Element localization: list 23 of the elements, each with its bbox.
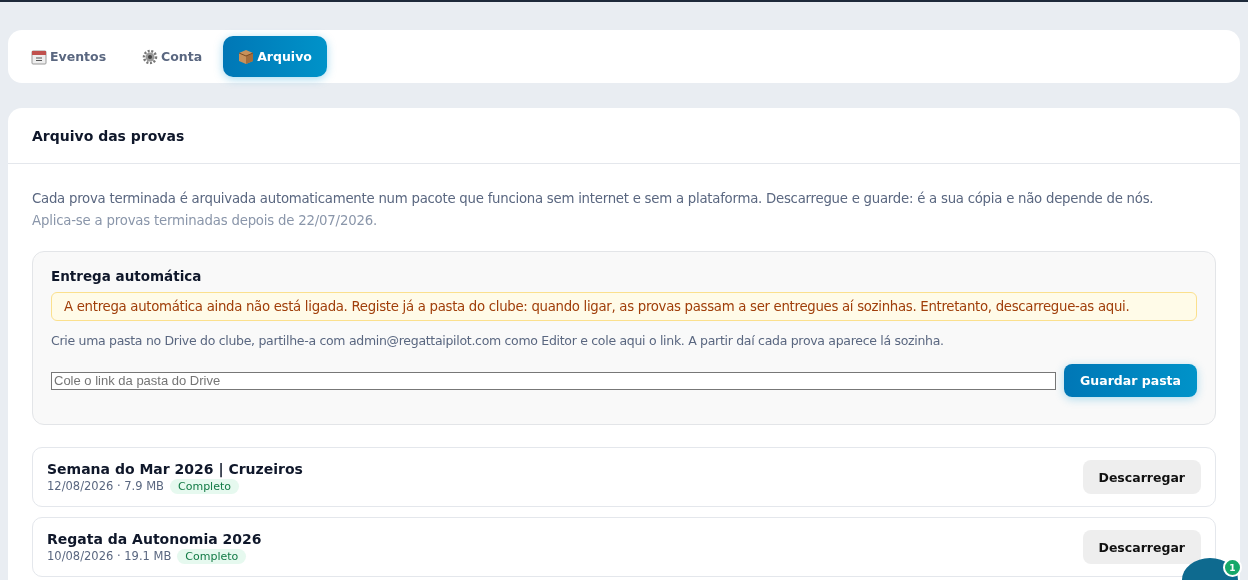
tab[interactable]: Eventos bbox=[16, 36, 122, 77]
file-meta: 12/08/2026 · 7.9 MB bbox=[47, 479, 164, 493]
tab[interactable]: Arquivo bbox=[223, 36, 327, 77]
gear-icon bbox=[142, 48, 159, 65]
panel-title: Entrega automática bbox=[51, 268, 203, 284]
warning-banner: A entrega automática ainda não está ligada. Registe já a pasta do clube: quando ligar, as provas passam a ser entregues aí sozinhas. Entretanto, descarregue-as aqui. bbox=[51, 292, 1197, 321]
notification-badge: 1 bbox=[1223, 558, 1242, 577]
instructions-text: Crie uma pasta no Drive do clube, partilhe-a com admin@regattaipilot.com como Editor e cole aqui o link. A partir daí cada prova aparece lá sozinha. bbox=[51, 333, 945, 348]
download-button[interactable]: Descarregar bbox=[1082, 460, 1201, 494]
save-folder-button[interactable]: Guardar pasta bbox=[1064, 364, 1197, 397]
status-badge: Completo bbox=[170, 478, 239, 494]
tab[interactable]: Conta bbox=[127, 36, 218, 77]
section-title: Arquivo das provas bbox=[32, 127, 185, 144]
download-button[interactable]: Descarregar bbox=[1082, 530, 1201, 564]
description-text: Cada prova terminada é arquivada automaticamente num pacote que funciona sem internet e sem a plataforma. Descarregue e guarde: é a sua cópia e não depende de nós. bbox=[32, 190, 1155, 208]
status-badge: Completo bbox=[177, 548, 247, 564]
event-name: Semana do Mar 2026 | Cruzeiros bbox=[47, 460, 303, 477]
calendar-icon bbox=[31, 48, 47, 65]
file-meta: 10/08/2026 · 19.1 MB bbox=[47, 549, 172, 563]
note-text: Aplica-se a provas terminadas depois de 22/07/2026. bbox=[32, 212, 378, 230]
event-name: Regata da Autonomia 2026 bbox=[47, 530, 262, 547]
input-field[interactable]: Cole o link da pasta do Drive bbox=[51, 371, 1057, 390]
box-icon bbox=[238, 48, 255, 65]
